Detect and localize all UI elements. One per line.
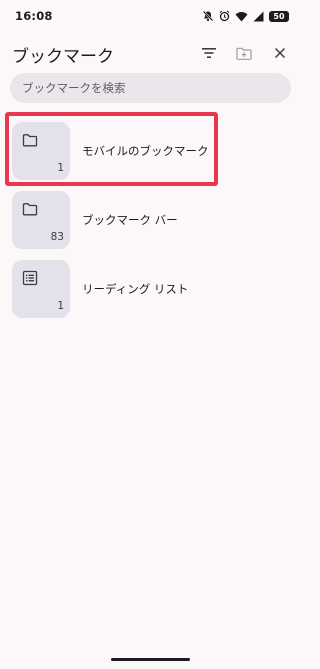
new-folder-icon <box>236 47 252 60</box>
close-icon <box>274 47 286 59</box>
wifi-icon <box>235 11 248 22</box>
status-time: 16:08 <box>15 9 53 23</box>
bookmark-count: 1 <box>57 300 64 312</box>
bookmark-thumbnail: 83 <box>12 191 70 249</box>
bookmark-thumbnail: 1 <box>12 260 70 318</box>
signal-icon <box>253 11 264 22</box>
bookmark-label: ブックマーク バー <box>82 213 178 227</box>
new-folder-button[interactable] <box>232 41 256 65</box>
bookmark-count: 1 <box>57 162 64 174</box>
gesture-nav-handle[interactable] <box>111 658 190 661</box>
search-input[interactable]: ブックマークを検索 <box>10 73 291 103</box>
bookmark-item-bar[interactable]: 83 ブックマーク バー <box>12 191 282 249</box>
bookmark-item-reading-list[interactable]: 1 リーディング リスト <box>12 260 282 318</box>
bookmark-item-mobile[interactable]: 1 モバイルのブックマーク <box>12 122 282 180</box>
filter-button[interactable] <box>197 41 221 65</box>
status-icons: 50 <box>202 10 289 22</box>
mute-icon <box>202 10 214 22</box>
alarm-icon <box>219 10 230 22</box>
bookmark-count: 83 <box>50 231 64 243</box>
bookmark-label: モバイルのブックマーク <box>82 144 209 158</box>
folder-icon <box>22 134 38 147</box>
close-button[interactable] <box>268 41 292 65</box>
page-title: ブックマーク <box>12 47 114 67</box>
battery-level: 50 <box>273 11 285 21</box>
filter-icon <box>202 48 216 58</box>
bookmark-thumbnail: 1 <box>12 122 70 180</box>
reading-list-icon <box>22 270 38 286</box>
app-bar: ブックマーク <box>0 34 301 72</box>
bookmark-label: リーディング リスト <box>82 282 189 296</box>
battery-icon: 50 <box>269 10 289 22</box>
status-bar: 16:08 50 <box>0 0 301 34</box>
search-placeholder: ブックマークを検索 <box>22 81 126 95</box>
folder-icon <box>22 203 38 216</box>
